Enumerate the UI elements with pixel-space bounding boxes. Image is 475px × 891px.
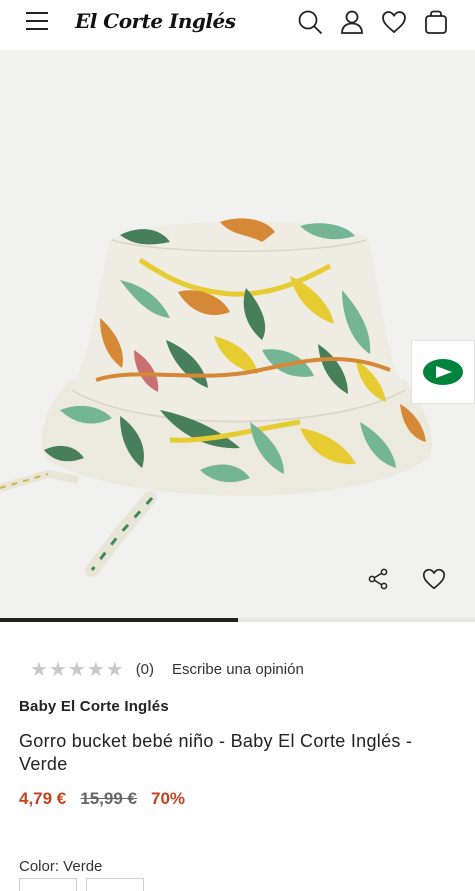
star-icon: ★ [105, 657, 124, 681]
eci-badge[interactable] [411, 340, 475, 404]
gallery-progress [0, 618, 475, 622]
top-header: El Corte Inglés [0, 0, 475, 48]
price-row: 4,79 € 15,99 € 70% [19, 789, 185, 809]
star-icon: ★ [48, 657, 67, 681]
product-brand[interactable]: Baby El Corte Inglés [19, 698, 169, 715]
store-logo[interactable]: El Corte Inglés [75, 9, 236, 33]
gallery-progress-fill [0, 618, 238, 622]
product-title: Gorro bucket bebé niño - Baby El Corte I… [19, 731, 413, 774]
rating-row: ★ ★ ★ ★ ★ (0) Escribe una opinión [30, 658, 304, 680]
discount-badge: 70% [151, 789, 186, 808]
account-icon[interactable] [338, 8, 366, 36]
rating-stars: ★ ★ ★ ★ ★ [30, 659, 124, 679]
share-icon[interactable] [366, 567, 390, 591]
menu-icon[interactable] [26, 12, 48, 32]
arrow-play-icon [423, 359, 463, 385]
favorite-icon[interactable] [421, 566, 447, 592]
wishlist-icon[interactable] [380, 8, 408, 36]
search-icon[interactable] [296, 8, 324, 36]
review-count: (0) [135, 660, 155, 678]
original-price: 15,99 € [80, 789, 137, 808]
size-option[interactable] [19, 878, 77, 891]
product-image-gallery[interactable] [0, 50, 475, 622]
star-icon: ★ [86, 657, 105, 681]
star-icon: ★ [30, 657, 48, 681]
star-icon: ★ [67, 657, 86, 681]
write-review-link[interactable]: Escribe una opinión [172, 661, 304, 678]
product-image [0, 218, 433, 577]
size-option[interactable] [86, 878, 144, 891]
color-label: Color: Verde [19, 858, 103, 875]
sale-price: 4,79 € [19, 789, 67, 808]
cart-icon[interactable] [422, 8, 450, 36]
